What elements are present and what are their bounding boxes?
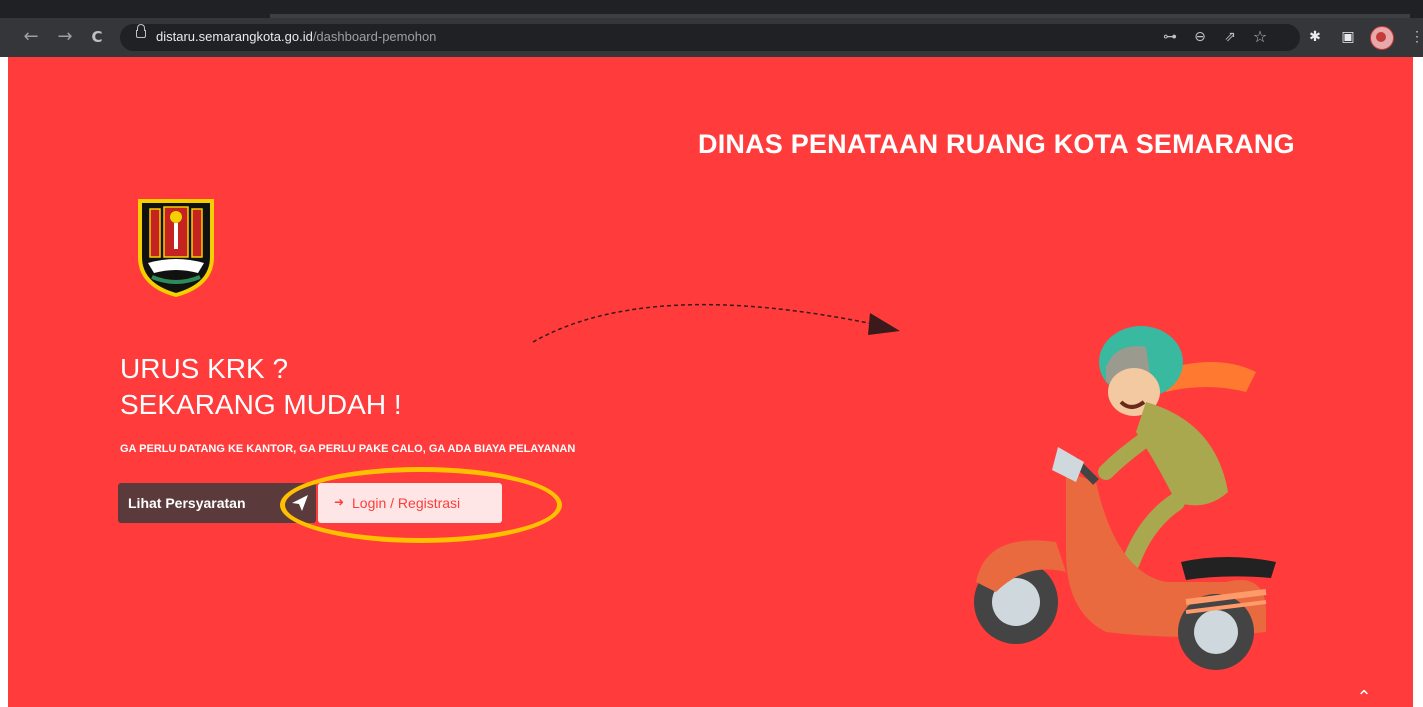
subheadline: GA PERLU DATANG KE KANTOR, GA PERLU PAKE… [120,443,576,455]
url-path: /dashboard-pemohon [312,29,437,44]
star-icon[interactable]: ☆ [1250,27,1270,47]
zoom-icon[interactable]: ⊖ [1190,27,1210,47]
url-text[interactable]: distaru.semarangkota.go.id/dashboard-pem… [156,29,436,44]
browser-toolbar: ← → C distaru.semarangkota.go.id/dashboa… [0,18,1423,57]
browser-chrome: ← → C distaru.semarangkota.go.id/dashboa… [0,0,1423,57]
highlight-ring [280,467,562,543]
scroll-to-top-icon[interactable]: ⌃ [1354,689,1374,707]
landing-page: DINAS PENATAAN RUANG KOTA SEMARANG URUS … [8,57,1413,707]
headline-line1: URUS KRK ? [120,353,289,384]
address-bar[interactable]: distaru.semarangkota.go.id/dashboard-pem… [120,24,1300,51]
headline-line2: SEKARANG MUDAH ! [120,389,402,420]
dashed-arrow-icon [532,303,900,343]
extensions-icon[interactable]: ✱ [1305,27,1325,47]
menu-icon[interactable]: ⋮ [1410,28,1423,46]
forward-icon[interactable]: → [54,26,76,48]
browser-window: ← → C distaru.semarangkota.go.id/dashboa… [0,0,1423,707]
back-icon[interactable]: ← [20,26,42,48]
page-title: DINAS PENATAAN RUANG KOTA SEMARANG [698,129,1295,159]
profile-avatar[interactable] [1370,26,1394,50]
lock-icon[interactable] [136,24,146,38]
url-host: distaru.semarangkota.go.id [156,29,313,44]
reload-icon[interactable]: C [86,26,108,48]
share-icon[interactable]: ⇗ [1220,27,1240,47]
tab-strip [0,0,1423,18]
headline: URUS KRK ? SEKARANG MUDAH ! [120,351,402,423]
sidepanel-icon[interactable]: ▣ [1338,27,1358,47]
semarang-emblem-icon [138,199,214,297]
scooter-rider-illustration [974,326,1276,670]
key-icon[interactable]: ⊶ [1160,27,1180,47]
requirements-button-label: Lihat Persyaratan [128,495,246,511]
